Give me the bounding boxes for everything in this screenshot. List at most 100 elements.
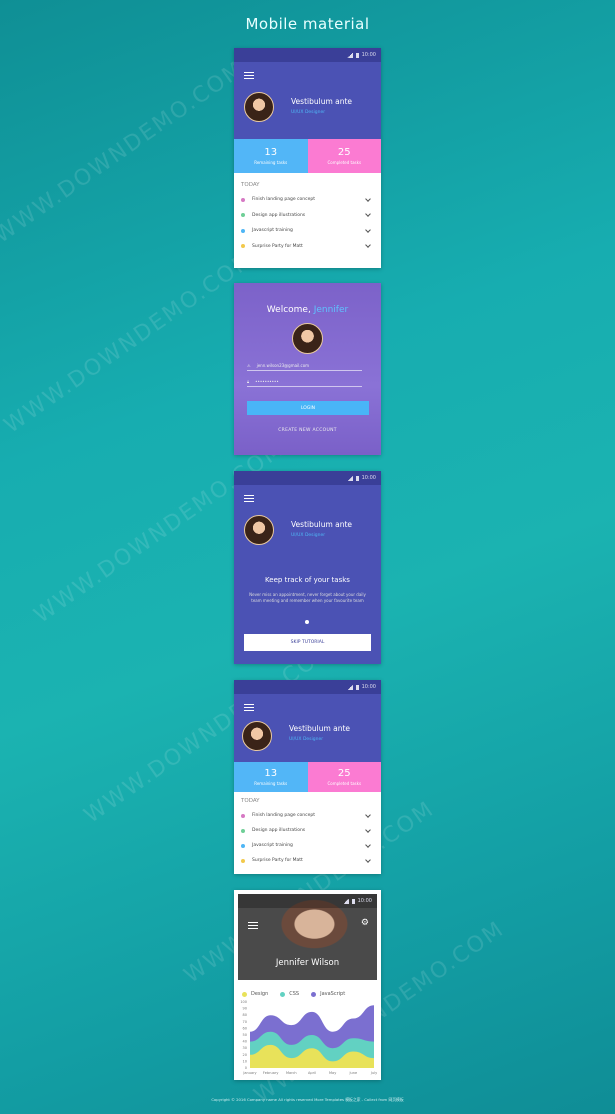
stats-row: 13 Remaining tasks 25 Completed tasks	[234, 762, 381, 792]
battery-icon	[355, 475, 359, 481]
welcome-heading: Welcome, Jennifer	[234, 305, 381, 315]
signal-icon	[346, 475, 353, 481]
chevron-down-icon[interactable]	[365, 856, 371, 863]
battery-icon	[355, 684, 359, 690]
status-time: 10:00	[357, 898, 372, 904]
chevron-down-icon[interactable]	[365, 211, 371, 218]
task-item[interactable]: Surprise Party for Matt	[241, 853, 374, 868]
y-tick-label: 30	[243, 1046, 247, 1050]
welcome-text: Welcome,	[266, 305, 311, 315]
password-value: ••••••••••	[255, 379, 279, 384]
page-title: Mobile material	[245, 15, 370, 33]
y-tick-label: 100	[240, 1000, 247, 1004]
y-tick-label: 50	[243, 1033, 247, 1037]
skip-tutorial-button[interactable]: SKIP TUTORIAL	[244, 634, 371, 651]
stat-completed[interactable]: 25 Completed tasks	[307, 762, 381, 792]
y-tick-label: 60	[243, 1026, 247, 1030]
legend-item: JavaScript	[311, 991, 345, 997]
footer-text: Copyright © 2016 Company name All rights…	[211, 1097, 404, 1102]
task-item[interactable]: Design app illustrations	[241, 208, 374, 224]
y-tick-label: 90	[243, 1007, 247, 1011]
stat-remaining[interactable]: 13 Remaining tasks	[234, 139, 308, 173]
task-item[interactable]: Javascript training	[241, 838, 374, 853]
chevron-down-icon[interactable]	[365, 242, 371, 249]
status-time: 10:00	[361, 684, 376, 690]
stats-row: 13 Remaining tasks 25 Completed tasks	[234, 139, 381, 173]
menu-icon[interactable]	[248, 922, 258, 929]
legend-swatch	[280, 991, 286, 997]
today-heading: TODAY	[241, 182, 260, 188]
status-time: 10:00	[361, 52, 376, 58]
profile-header: Vestibulum ante UI/UX Designer	[234, 694, 381, 762]
task-dot	[241, 228, 245, 233]
task-item[interactable]: Finish landing page concept	[241, 808, 374, 823]
email-field[interactable]: ⚠ jenn.wilson23@gmail.com	[247, 363, 362, 371]
chevron-down-icon[interactable]	[365, 811, 371, 818]
signal-icon	[346, 684, 353, 690]
task-item[interactable]: Finish landing page concept	[241, 192, 374, 208]
task-label: Javascript training	[252, 843, 293, 848]
x-tick-label: January	[242, 1071, 256, 1075]
task-label: Surprise Party for Matt	[252, 858, 303, 863]
profile-chart-card: 10:00 ⚙ Jennifer Wilson Design CSS JavaS…	[234, 890, 381, 1080]
profile-name: Vestibulum ante	[291, 97, 353, 106]
password-field[interactable]: 🔒︎ ••••••••••	[247, 379, 362, 387]
status-bar: 10:00	[238, 894, 377, 908]
chevron-down-icon[interactable]	[365, 226, 371, 233]
x-tick-label: June	[349, 1071, 358, 1075]
gear-icon[interactable]: ⚙	[361, 918, 369, 928]
profile-tasks-card: 10:00 Vestibulum ante UI/UX Designer 13 …	[234, 48, 381, 268]
signal-icon	[342, 898, 349, 904]
profile-role: UI/UX Designer	[291, 533, 326, 538]
x-tick-label: February	[263, 1071, 279, 1075]
legend-swatch	[311, 991, 317, 997]
task-dot	[241, 813, 245, 818]
chevron-down-icon[interactable]	[365, 841, 371, 848]
profile-role: UI/UX Designer	[289, 737, 324, 742]
avatar	[244, 92, 274, 122]
y-tick-label: 80	[243, 1013, 247, 1017]
task-item[interactable]: Javascript training	[241, 223, 374, 239]
task-item[interactable]: Design app illustrations	[241, 823, 374, 838]
task-item[interactable]: Surprise Party for Matt	[241, 239, 374, 255]
tutorial-body: Never miss an appointment, never forget …	[249, 592, 366, 603]
stat-remaining[interactable]: 13 Remaining tasks	[234, 762, 308, 792]
battery-icon	[355, 52, 359, 58]
chevron-down-icon[interactable]	[365, 195, 371, 202]
login-button[interactable]: LOGIN	[247, 401, 369, 415]
legend-label: JavaScript	[320, 991, 346, 997]
status-time: 10:00	[361, 475, 376, 481]
task-dot	[241, 197, 245, 202]
pager-dot[interactable]	[305, 620, 309, 624]
avatar	[292, 323, 323, 354]
x-tick-label: May	[329, 1071, 336, 1075]
login-card: Welcome, Jennifer ⚠ jenn.wilson23@gmail.…	[234, 283, 381, 455]
task-label: Finish landing page concept	[252, 197, 315, 203]
cover-photo: 10:00 ⚙ Jennifer Wilson	[238, 894, 377, 980]
menu-icon[interactable]	[244, 495, 254, 502]
battery-icon	[351, 898, 355, 904]
profile-tasks-card: 10:00 Vestibulum ante UI/UX Designer 13 …	[234, 680, 381, 874]
watermark: WWW.DOWNDEMO.COM	[0, 246, 260, 439]
create-account-link[interactable]: CREATE NEW ACCOUNT	[234, 428, 381, 433]
lock-icon: 🔒︎	[247, 379, 250, 384]
profile-header: Vestibulum ante UI/UX Designer	[234, 485, 381, 567]
task-label: Finish landing page concept	[252, 813, 315, 818]
watermark: WWW.DOWNDEMO.COM	[0, 56, 250, 249]
menu-icon[interactable]	[244, 704, 254, 711]
y-tick-label: 0	[245, 1066, 247, 1070]
legend-label: Design	[251, 991, 269, 997]
welcome-user: Jennifer	[313, 305, 349, 315]
email-value: jenn.wilson23@gmail.com	[256, 363, 310, 368]
stat-value: 25	[337, 768, 351, 779]
status-bar: 10:00	[234, 680, 381, 694]
chevron-down-icon[interactable]	[365, 826, 371, 833]
area-chart: 0 10 20 30 40 50 60 70 80 90 100 January February Mar…	[240, 1000, 377, 1075]
menu-icon[interactable]	[244, 72, 254, 79]
avatar	[244, 515, 274, 545]
task-dot	[241, 828, 245, 833]
y-tick-label: 40	[243, 1040, 247, 1044]
stat-completed[interactable]: 25 Completed tasks	[307, 139, 381, 173]
y-tick-label: 10	[243, 1059, 247, 1063]
profile-name: Jennifer Wilson	[275, 958, 340, 968]
